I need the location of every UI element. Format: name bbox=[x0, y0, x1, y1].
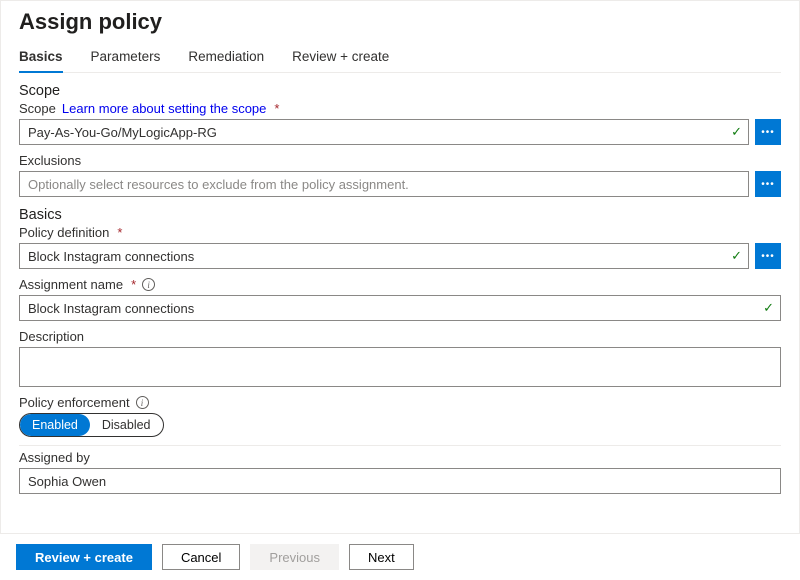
policy-definition-input[interactable]: Block Instagram connections ✓ bbox=[19, 243, 749, 269]
policy-enforcement-toggle[interactable]: Enabled Disabled bbox=[19, 413, 164, 437]
assignment-name-value: Block Instagram connections bbox=[28, 301, 194, 316]
page-title: Assign policy bbox=[19, 9, 781, 35]
tab-parameters[interactable]: Parameters bbox=[91, 43, 161, 73]
ellipsis-icon: ••• bbox=[761, 127, 775, 138]
assignment-name-input[interactable]: Block Instagram connections ✓ bbox=[19, 295, 781, 321]
required-asterisk: * bbox=[274, 101, 279, 116]
divider bbox=[19, 445, 781, 446]
policy-definition-label: Policy definition bbox=[19, 225, 109, 240]
description-input[interactable] bbox=[19, 347, 781, 387]
policy-enforcement-label: Policy enforcement bbox=[19, 395, 130, 410]
checkmark-icon: ✓ bbox=[731, 124, 742, 140]
tab-basics[interactable]: Basics bbox=[19, 43, 63, 73]
assigned-by-input[interactable]: Sophia Owen bbox=[19, 468, 781, 494]
policy-definition-value: Block Instagram connections bbox=[28, 249, 194, 264]
previous-button: Previous bbox=[250, 544, 339, 570]
basics-heading: Basics bbox=[19, 207, 781, 223]
footer-bar: Review + create Cancel Previous Next bbox=[0, 533, 800, 580]
scope-heading: Scope bbox=[19, 83, 781, 99]
scope-picker-button[interactable]: ••• bbox=[755, 119, 781, 145]
ellipsis-icon: ••• bbox=[761, 251, 775, 262]
cancel-button[interactable]: Cancel bbox=[162, 544, 240, 570]
info-icon[interactable]: i bbox=[136, 396, 149, 409]
checkmark-icon: ✓ bbox=[731, 248, 742, 264]
scope-learn-more-link[interactable]: Learn more about setting the scope bbox=[62, 101, 267, 116]
scope-input[interactable]: Pay-As-You-Go/MyLogicApp-RG ✓ bbox=[19, 119, 749, 145]
policy-definition-picker-button[interactable]: ••• bbox=[755, 243, 781, 269]
next-button[interactable]: Next bbox=[349, 544, 414, 570]
scope-label: Scope bbox=[19, 101, 56, 116]
assigned-by-label: Assigned by bbox=[19, 450, 90, 465]
enforcement-enabled-option[interactable]: Enabled bbox=[20, 414, 90, 436]
checkmark-icon: ✓ bbox=[763, 300, 774, 316]
tab-review-create[interactable]: Review + create bbox=[292, 43, 389, 73]
info-icon[interactable]: i bbox=[142, 278, 155, 291]
exclusions-label: Exclusions bbox=[19, 153, 81, 168]
exclusions-picker-button[interactable]: ••• bbox=[755, 171, 781, 197]
assigned-by-value: Sophia Owen bbox=[28, 474, 106, 489]
assignment-name-label: Assignment name bbox=[19, 277, 123, 292]
required-asterisk: * bbox=[131, 277, 136, 292]
required-asterisk: * bbox=[117, 225, 122, 240]
enforcement-disabled-option[interactable]: Disabled bbox=[90, 414, 163, 436]
ellipsis-icon: ••• bbox=[761, 179, 775, 190]
tab-bar: Basics Parameters Remediation Review + c… bbox=[19, 43, 781, 73]
review-create-button[interactable]: Review + create bbox=[16, 544, 152, 570]
scope-value: Pay-As-You-Go/MyLogicApp-RG bbox=[28, 125, 217, 140]
tab-remediation[interactable]: Remediation bbox=[188, 43, 264, 73]
exclusions-input[interactable]: Optionally select resources to exclude f… bbox=[19, 171, 749, 197]
exclusions-placeholder: Optionally select resources to exclude f… bbox=[28, 177, 409, 192]
description-label: Description bbox=[19, 329, 84, 344]
